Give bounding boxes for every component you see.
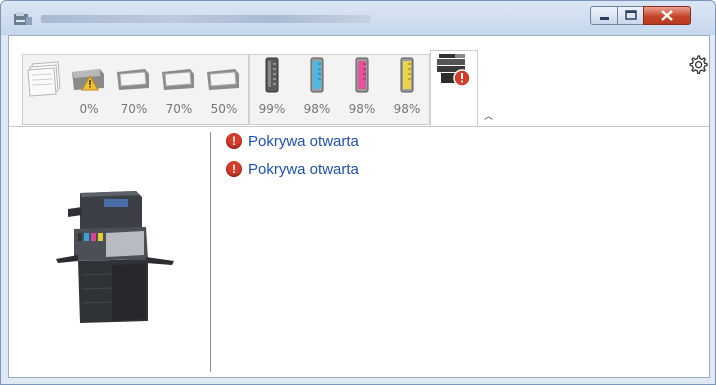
magenta-toner-percent: 98% [348,102,376,116]
tray-2-percent: 70% [120,102,148,116]
paper-tray-warning-icon [72,69,104,91]
tray-4-percent: 50% [210,102,238,116]
tray-1-percent: 0% [79,102,99,116]
minimize-icon [600,17,609,20]
cyan-toner-icon [310,57,324,93]
status-monitor-window: 0% 70% 70% 50% 99% 98% 98% 98% ︿ ! Pokry… [0,0,716,385]
minimize-button[interactable] [590,6,618,25]
paper-tray-icon [162,69,194,90]
tray-3-percent: 70% [165,102,193,116]
status-toolbar: 0% 70% 70% 50% 99% 98% 98% 98% ︿ [9,36,709,127]
gear-icon[interactable] [686,53,710,77]
yellow-toner-icon [400,57,414,93]
status-message[interactable]: ! Pokrywa otwarta [226,159,359,179]
error-icon: ! [226,161,242,177]
multifunction-printer-image [56,191,174,323]
device-image-pane [9,127,209,377]
printer-error-icon [437,54,471,87]
maximize-button[interactable] [617,6,644,25]
pane-divider [210,132,211,372]
window-title [41,15,371,23]
status-message-text[interactable]: Pokrywa otwarta [248,133,359,150]
client-area: 0% 70% 70% 50% 99% 98% 98% 98% ︿ ! Pokry… [8,35,710,378]
close-icon [661,10,673,21]
printer-app-icon [14,12,32,25]
chevron-up-icon[interactable]: ︿ [484,109,493,122]
paper-tray-icon [117,69,149,90]
status-message-text[interactable]: Pokrywa otwarta [248,161,359,178]
magenta-toner-icon [355,57,369,93]
status-message[interactable]: ! Pokrywa otwarta [226,131,359,151]
yellow-toner-percent: 98% [393,102,421,116]
maximize-icon [625,10,637,20]
black-toner-icon [265,57,279,93]
paper-stack-icon [27,61,61,97]
cyan-toner-percent: 98% [303,102,331,116]
title-bar[interactable] [1,1,715,35]
error-icon: ! [226,133,242,149]
black-toner-percent: 99% [258,102,286,116]
paper-tray-icon [207,69,239,90]
close-button[interactable] [643,6,691,25]
